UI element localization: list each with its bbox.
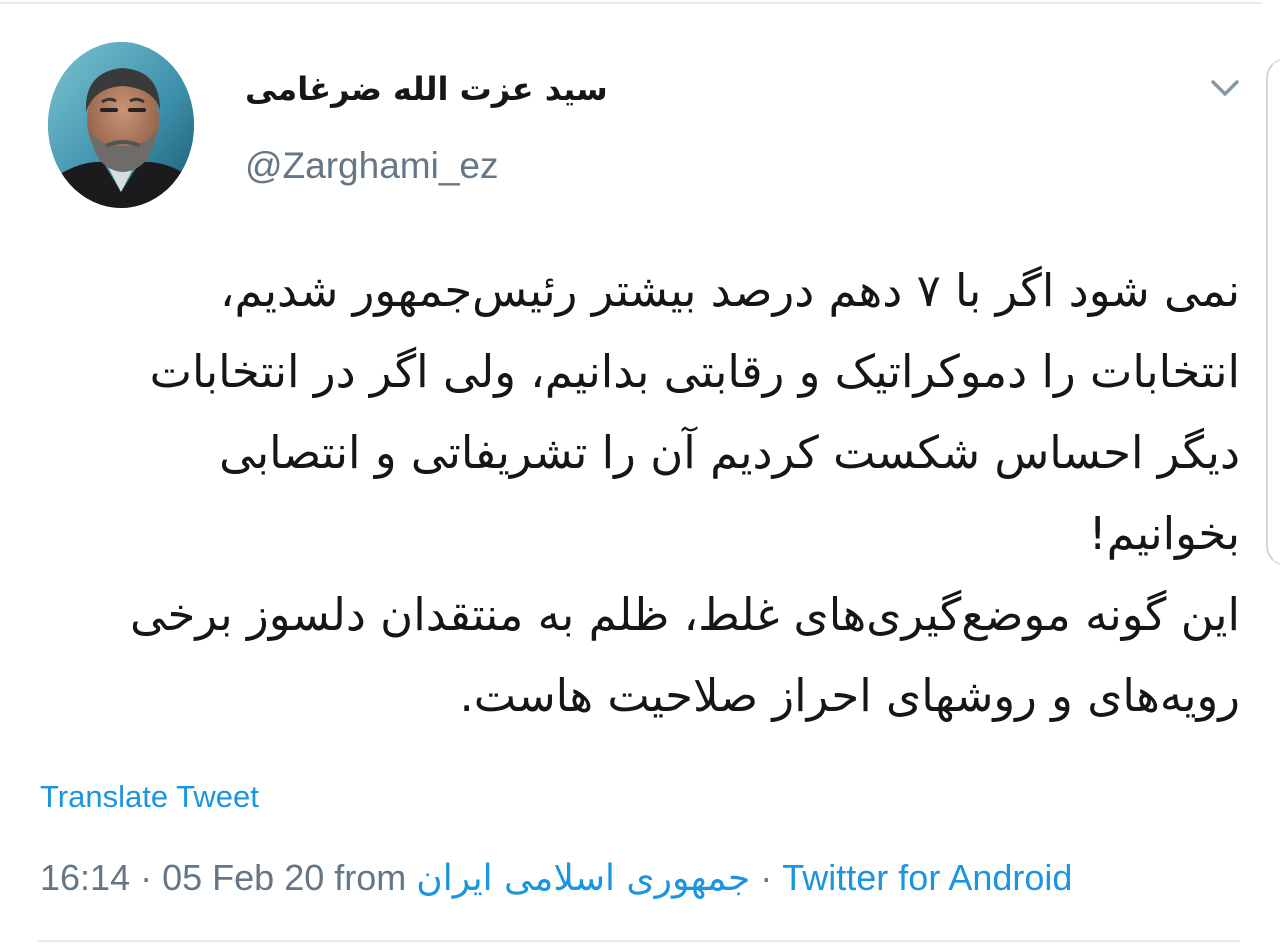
tweet-text-line-content: رویه‌های و روشهای احراز صلاحیت هاست.	[459, 669, 1240, 722]
source-link[interactable]: Twitter for Android	[782, 857, 1072, 898]
location-link[interactable]: جمهوری اسلامی ایران	[416, 858, 750, 899]
tweet-text-line: این گونه موضع‌گیری‌های غلط، ظلم به منتقد…	[40, 574, 1240, 655]
tweet-text-line-content: این گونه موضع‌گیری‌های غلط، ظلم به منتقد…	[130, 588, 1240, 641]
meta-separator: ·	[140, 857, 153, 898]
translate-tweet-link[interactable]: Translate Tweet	[40, 778, 259, 816]
meta-separator: ·	[760, 857, 773, 898]
avatar[interactable]	[48, 42, 194, 208]
tweet-meta-content: 16:14 · 05 Feb 20 from جمهوری اسلامی ایر…	[40, 857, 1072, 899]
scroll-edge	[1266, 58, 1280, 566]
tweet-text-line-content: دیگر احساس شکست کردیم آن را تشریفاتی و ا…	[219, 426, 1240, 479]
user-handle[interactable]: @Zarghami_ez	[245, 144, 499, 188]
tweet-text-line: بخوانیم!	[40, 493, 1240, 574]
tweet-text-line: انتخابات را دموکراتیک و رقابتی بدانیم، و…	[40, 331, 1240, 412]
tweet-date: 05 Feb 20	[162, 857, 325, 898]
tweet-time: 16:14	[40, 857, 131, 898]
chevron-down-icon	[1211, 80, 1239, 96]
tweet-text-line-content: بخوانیم!	[1088, 507, 1240, 560]
avatar-photo	[48, 42, 194, 208]
tweet-text-line-content: انتخابات را دموکراتیک و رقابتی بدانیم، و…	[149, 345, 1240, 398]
display-name[interactable]: سید عزت الله ضرغامی	[245, 68, 608, 110]
tweet-menu-button[interactable]	[1206, 72, 1244, 104]
bottom-divider	[38, 940, 1240, 942]
tweet-text: نمی شود اگر با ۷ دهم درصد بیشتر رئیس‌جمه…	[40, 250, 1240, 736]
tweet-text-line-content: نمی شود اگر با ۷ دهم درصد بیشتر رئیس‌جمه…	[220, 264, 1240, 317]
tweet-text-line: دیگر احساس شکست کردیم آن را تشریفاتی و ا…	[40, 412, 1240, 493]
top-divider	[0, 2, 1262, 4]
tweet-meta: 16:14 · 05 Feb 20 from جمهوری اسلامی ایر…	[40, 855, 1240, 902]
tweet-text-line: رویه‌های و روشهای احراز صلاحیت هاست.	[40, 655, 1240, 736]
tweet-text-line: نمی شود اگر با ۷ دهم درصد بیشتر رئیس‌جمه…	[40, 250, 1240, 331]
from-label: from	[334, 857, 407, 898]
